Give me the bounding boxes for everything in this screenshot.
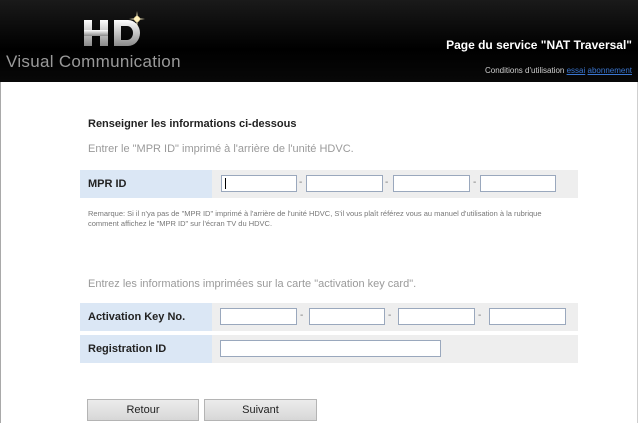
mpr-separator: - [385,177,389,188]
mpr-separator: - [473,177,477,188]
activation-key-field-2[interactable] [309,308,385,325]
page-title: Page du service "NAT Traversal" [446,38,632,52]
logo-text: Visual Communication [6,52,181,71]
mpr-separator: - [299,177,303,188]
terms-label: Conditions d'utilisation [485,66,565,75]
activation-separator: - [478,310,482,321]
section-title: Renseigner les informations ci-dessous [88,118,297,130]
activation-key-field-4[interactable] [489,308,566,325]
trial-link[interactable]: essai [567,66,586,75]
activation-separator: - [388,310,392,321]
mpr-id-field-1[interactable] [221,175,297,192]
activation-key-label: Activation Key No. [80,303,212,331]
mpr-id-row: MPR ID - - - [80,170,578,198]
mpr-id-label: MPR ID [80,170,212,198]
remark-note: Remarque: Si il n'ya pas de "MPR ID" imp… [88,209,542,228]
activation-key-field-1[interactable] [220,308,297,325]
activation-key-field-3[interactable] [398,308,475,325]
registration-id-label: Registration ID [80,335,212,363]
header-banner: Visual Communication Page du service "NA… [0,0,638,82]
mpr-id-field-3[interactable] [393,175,470,192]
registration-id-field[interactable] [220,340,441,357]
subscription-link[interactable]: abonnement [588,66,632,75]
activation-key-row: Activation Key No. - - - [80,303,578,331]
hd-logo-icon [84,11,145,46]
activation-hint: Entrez les informations imprimées sur la… [88,278,417,290]
mpr-hint: Entrer le "MPR ID" imprimé à l'arrière d… [88,143,354,155]
header-links: Conditions d'utilisation essai abonnemen… [485,66,632,75]
back-button[interactable]: Retour [87,399,199,421]
text-cursor [225,178,226,189]
registration-id-row: Registration ID [80,335,578,363]
mpr-id-field-2[interactable] [306,175,383,192]
mpr-id-field-4[interactable] [480,175,556,192]
next-button[interactable]: Suivant [204,399,317,421]
activation-separator: - [300,310,304,321]
